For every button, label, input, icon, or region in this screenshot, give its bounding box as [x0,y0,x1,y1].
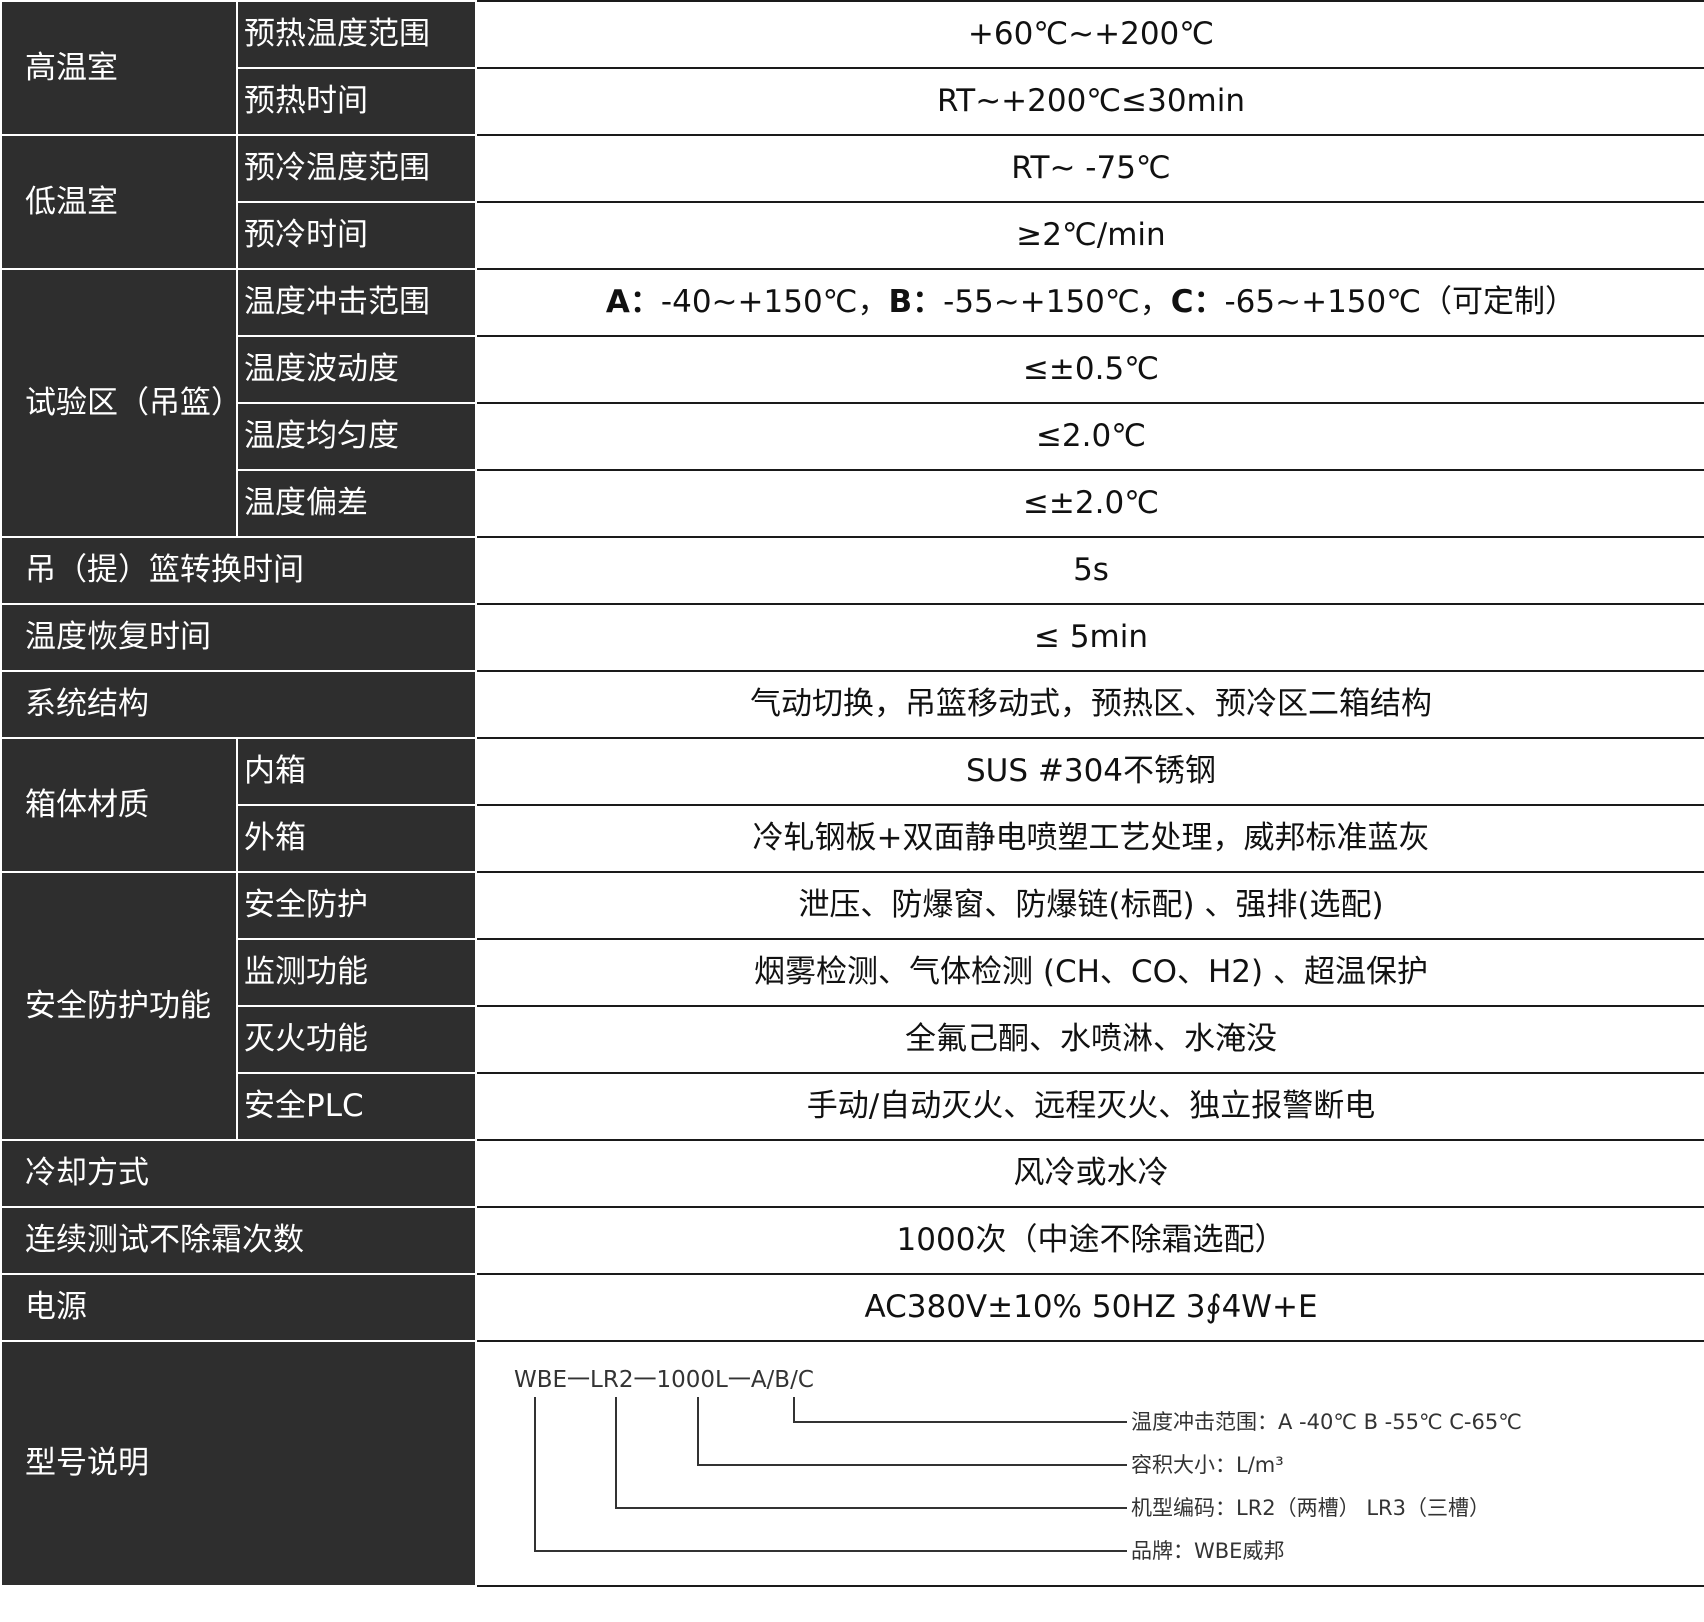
model-code-diagram-cell: WBE一LR2一1000L一A/B/C 温度冲击范围：A -40℃ B -55℃… [476,1341,1704,1587]
value-cooling-method: 风冷或水冷 [476,1139,1704,1208]
value-uniformity: ≤2.0℃ [476,402,1704,471]
shock-c-key: C： [1170,284,1225,321]
sub-label-shock-range: 温度冲击范围 [236,268,477,337]
table-row: 试验区（吊篮） 温度冲击范围 A：-40~+150℃，B：-55~+150℃，C… [0,268,1704,538]
leader-line-machine-code [615,1397,1127,1509]
row-header-defrost-cycles: 连续测试不除霜次数 [0,1206,477,1275]
model-note-brand: 品牌：WBE威邦 [1131,1539,1284,1563]
sub-label-inner-box: 内箱 [236,737,477,806]
table-row: 系统结构 气动切换，吊篮移动式，预热区、预冷区二箱结构 [0,670,1704,739]
row-header-test-zone: 试验区（吊篮） [0,268,242,538]
table-row: 冷却方式 风冷或水冷 [0,1139,1704,1208]
value-shock-range: A：-40~+150℃，B：-55~+150℃，C：-65~+150℃（可定制） [476,268,1704,337]
leader-line-brand [534,1397,1127,1552]
value-outer-box: 冷轧钢板+双面静电喷塑工艺处理，威邦标准蓝灰 [476,804,1704,873]
table-row: 灭火功能 全氟己酮、水喷淋、水淹没 [1,1005,1704,1074]
table-row: 温度均匀度 ≤2.0℃ [1,402,1704,471]
value-fluctuation: ≤±0.5℃ [476,335,1704,404]
value-preheat-range: +60℃~+200℃ [476,0,1704,69]
sub-label-preheat-time: 预热时间 [236,67,477,136]
row-header-recovery-time: 温度恢复时间 [0,603,477,672]
sub-label-preheat-range: 预热温度范围 [236,0,477,69]
value-defrost-cycles: 1000次（中途不除霜选配） [476,1206,1704,1275]
value-system-structure: 气动切换，吊篮移动式，预热区、预冷区二箱结构 [476,670,1704,739]
table-row: 安全防护功能 安全防护 泄压、防爆窗、防爆链(标配) 、强排(选配) [0,871,1704,1141]
table-row: 电源 AC380V±10% 50HZ 3∮4W+E [0,1273,1704,1342]
model-note-volume: 容积大小：L/m³ [1131,1453,1284,1477]
table-row: 低温室 预冷温度范围 RT~ -75℃ [0,134,1704,270]
table-row: 吊（提）篮转换时间 5s [0,536,1704,605]
table-row: 高温室 预热温度范围 +60℃~+200℃ [0,0,1704,136]
table-row: 预冷时间 ≥2℃/min [1,201,1704,270]
value-power-supply: AC380V±10% 50HZ 3∮4W+E [476,1273,1704,1342]
model-code-text: WBE一LR2一1000L一A/B/C [514,1367,814,1393]
sub-label-uniformity: 温度均匀度 [236,402,477,471]
spec-table: 高温室 预热温度范围 +60℃~+200℃ 预热时间 RT~+200℃≤30mi… [0,0,1704,1587]
row-header-basket-switch: 吊（提）篮转换时间 [0,536,477,605]
sub-label-monitoring: 监测功能 [236,938,477,1007]
leader-line-volume [697,1397,1127,1466]
value-deviation: ≤±2.0℃ [476,469,1704,538]
table-row: 预热时间 RT~+200℃≤30min [1,67,1704,136]
sub-label-fire-extinguish: 灭火功能 [236,1005,477,1074]
row-header-safety-functions: 安全防护功能 [0,871,238,1141]
model-note-temperature-range: 温度冲击范围：A -40℃ B -55℃ C-65℃ [1131,1410,1522,1434]
sub-label-precool-range: 预冷温度范围 [236,134,477,203]
value-preheat-time: RT~+200℃≤30min [476,67,1704,136]
table-row: 安全PLC 手动/自动灭火、远程灭火、独立报警断电 [1,1072,1704,1141]
value-basket-switch: 5s [476,536,1704,605]
row-header-low-temp-chamber: 低温室 [0,134,238,270]
table-row: 连续测试不除霜次数 1000次（中途不除霜选配） [0,1206,1704,1275]
row-header-cabinet-material: 箱体材质 [0,737,238,873]
sub-label-safety-plc: 安全PLC [236,1072,477,1141]
table-row: 温度恢复时间 ≤ 5min [0,603,1704,672]
value-safety-plc: 手动/自动灭火、远程灭火、独立报警断电 [476,1072,1704,1141]
sub-label-fluctuation: 温度波动度 [236,335,477,404]
value-safety-protection: 泄压、防爆窗、防爆链(标配) 、强排(选配) [476,871,1704,940]
sub-label-deviation: 温度偏差 [236,469,477,538]
value-inner-box: SUS #304不锈钢 [476,737,1704,806]
table-row: 监测功能 烟雾检测、气体检测 (CH、CO、H2) 、超温保护 [1,938,1704,1007]
table-row: 箱体材质 内箱 SUS #304不锈钢 [0,737,1704,873]
row-header-high-temp-chamber: 高温室 [0,0,238,136]
table-row: 外箱 冷轧钢板+双面静电喷塑工艺处理，威邦标准蓝灰 [1,804,1704,873]
leader-line-range [793,1397,1127,1423]
shock-b-value: -55~+150℃， [943,284,1171,321]
value-monitoring: 烟雾检测、气体检测 (CH、CO、H2) 、超温保护 [476,938,1704,1007]
value-fire-extinguish: 全氟己酮、水喷淋、水淹没 [476,1005,1704,1074]
sub-label-safety-protection: 安全防护 [236,871,477,940]
model-code-diagram: WBE一LR2一1000L一A/B/C 温度冲击范围：A -40℃ B -55℃… [514,1367,1522,1563]
sub-label-precool-time: 预冷时间 [236,201,477,270]
row-header-system-structure: 系统结构 [0,670,477,739]
shock-a-key: A： [605,284,661,321]
sub-label-outer-box: 外箱 [236,804,477,873]
value-recovery-time: ≤ 5min [476,603,1704,672]
table-row: 型号说明 WBE一LR2一1000L一A/B/C 温度冲击范围：A -40℃ B… [0,1340,1704,1587]
model-note-machine-code: 机型编码：LR2（两槽） LR3（三槽） [1131,1496,1490,1520]
shock-c-value: -65~+150℃（可定制） [1224,284,1577,321]
shock-b-key: B： [888,284,944,321]
table-row: 温度波动度 ≤±0.5℃ [1,335,1704,404]
shock-a-value: -40~+150℃， [660,284,889,321]
row-header-cooling-method: 冷却方式 [0,1139,477,1208]
row-header-model-description: 型号说明 [0,1340,477,1587]
value-precool-time: ≥2℃/min [476,201,1704,270]
table-row: 温度偏差 ≤±2.0℃ [1,469,1704,538]
row-header-power-supply: 电源 [0,1273,477,1342]
value-precool-range: RT~ -75℃ [476,134,1704,203]
